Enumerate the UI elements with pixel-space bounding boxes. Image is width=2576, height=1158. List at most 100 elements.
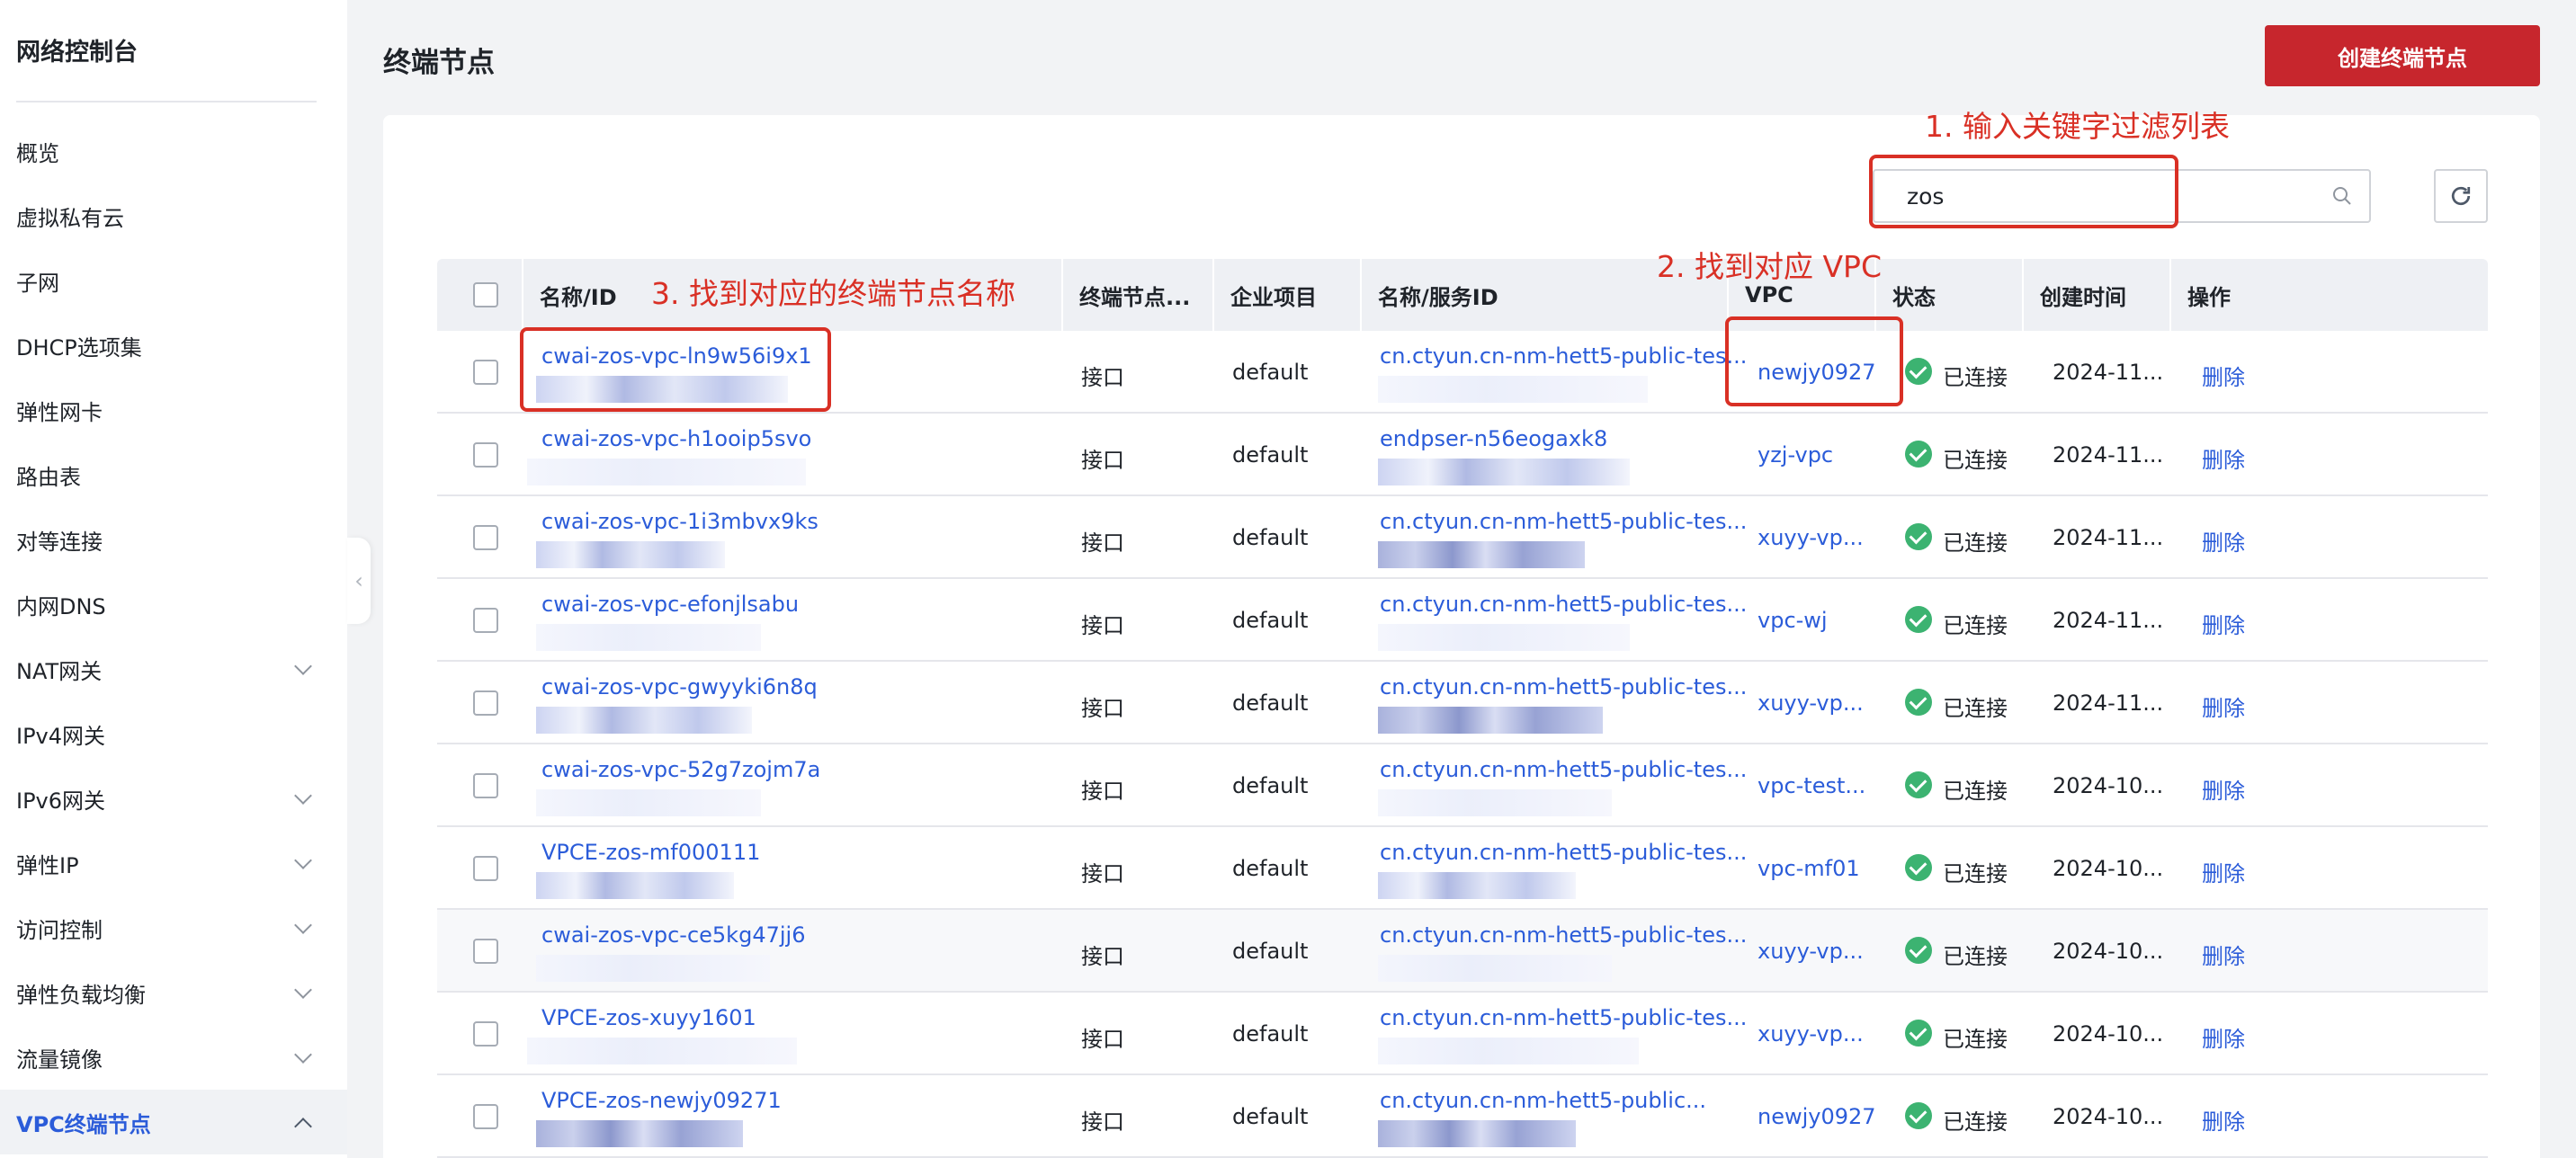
sidebar-item[interactable]: 概览 [0, 119, 347, 183]
redacted-id [536, 872, 734, 899]
row-checkbox[interactable] [473, 442, 498, 468]
sidebar-item[interactable]: 弹性网卡 [0, 378, 347, 442]
row-checkbox[interactable] [473, 773, 498, 798]
endpoint-type: 接口 [1081, 448, 1124, 473]
redacted-id [536, 624, 761, 651]
row-checkbox[interactable] [473, 1021, 498, 1047]
service-name-link[interactable]: cn.ctyun.cn-nm-hett5-public-tes... [1380, 674, 1747, 699]
delete-link[interactable]: 删除 [2202, 608, 2245, 639]
endpoint-type: 接口 [1081, 1027, 1124, 1052]
sidebar-item[interactable]: 虚拟私有云 [0, 183, 347, 248]
endpoint-name-link[interactable]: VPCE-zos-newjy09271 [541, 1088, 782, 1113]
vpc-link[interactable]: vpc-mf01 [1758, 856, 1860, 881]
enterprise-project: default [1232, 773, 1309, 798]
sidebar-item[interactable]: DHCP选项集 [0, 313, 347, 378]
chevron-up-icon [294, 1118, 312, 1136]
service-name-link[interactable]: cn.ctyun.cn-nm-hett5-public-tes... [1380, 840, 1747, 865]
created-time: 2024-10... [2053, 1021, 2164, 1047]
vpc-link[interactable]: newjy0927 [1758, 1104, 1876, 1129]
endpoint-name-link[interactable]: cwai-zos-vpc-efonjlsabu [541, 592, 799, 617]
delete-link[interactable]: 删除 [2202, 360, 2245, 391]
row-checkbox[interactable] [473, 608, 498, 633]
delete-link[interactable]: 删除 [2202, 442, 2245, 474]
chevron-down-icon [294, 851, 312, 869]
sidebar-item[interactable]: 路由表 [0, 442, 347, 507]
service-name-link[interactable]: cn.ctyun.cn-nm-hett5-public-tes... [1380, 592, 1747, 617]
sidebar-item-label: NAT网关 [16, 658, 103, 684]
delete-link[interactable]: 删除 [2202, 856, 2245, 887]
redacted-id [536, 541, 725, 568]
service-name-link[interactable]: cn.ctyun.cn-nm-hett5-public-tes... [1380, 757, 1747, 782]
row-checkbox[interactable] [473, 1104, 498, 1129]
sidebar-item[interactable]: VPC终端节点 [0, 1090, 347, 1154]
delete-link[interactable]: 删除 [2202, 1021, 2245, 1053]
sidebar-item[interactable]: 弹性负载均衡 [0, 960, 347, 1025]
sidebar-collapse-handle[interactable]: ‹ [347, 538, 371, 624]
delete-link[interactable]: 删除 [2202, 1104, 2245, 1136]
redacted-service-id [1378, 459, 1630, 485]
sidebar-item[interactable]: 弹性IP [0, 831, 347, 895]
create-endpoint-button[interactable]: 创建终端节点 [2265, 25, 2540, 86]
service-name-link[interactable]: cn.ctyun.cn-nm-hett5-public-tes... [1380, 922, 1747, 948]
service-name-link[interactable]: cn.ctyun.cn-nm-hett5-public-tes... [1380, 509, 1747, 534]
chevron-down-icon [294, 787, 312, 805]
vpc-link[interactable]: xuyy-vp... [1758, 690, 1864, 716]
delete-link[interactable]: 删除 [2202, 690, 2245, 722]
endpoint-name-link[interactable]: cwai-zos-vpc-ce5kg47jj6 [541, 922, 805, 948]
sidebar-item-label: 子网 [16, 270, 59, 296]
vpc-link[interactable]: xuyy-vp... [1758, 939, 1864, 964]
service-name-link[interactable]: cn.ctyun.cn-nm-hett5-public... [1380, 1088, 1706, 1113]
sidebar-item[interactable]: 流量镜像 [0, 1025, 347, 1090]
sidebar-item[interactable]: IPv4网关 [0, 701, 347, 766]
created-time: 2024-10... [2053, 939, 2164, 964]
annotation-step2: 2. 找到对应 VPC [1657, 249, 1882, 284]
success-icon [1905, 771, 1932, 798]
vpc-link[interactable]: xuyy-vp... [1758, 525, 1864, 550]
sidebar-item-label: 弹性IP [16, 852, 79, 878]
sidebar-item-label: 路由表 [16, 464, 81, 490]
vpc-link[interactable]: vpc-wj [1758, 608, 1828, 633]
endpoint-name-link[interactable]: VPCE-zos-mf000111 [541, 840, 760, 865]
service-name-link[interactable]: cn.ctyun.cn-nm-hett5-public-tes... [1380, 1005, 1747, 1030]
table-row: cwai-zos-vpc-efonjlsabu 接口 default cn.ctyun… [437, 579, 2488, 662]
endpoint-name-link[interactable]: cwai-zos-vpc-gwyyki6n8q [541, 674, 818, 699]
service-name-link[interactable]: cn.ctyun.cn-nm-hett5-public-tes... [1380, 343, 1747, 369]
enterprise-project: default [1232, 1021, 1309, 1047]
delete-link[interactable]: 删除 [2202, 773, 2245, 805]
endpoint-name-link[interactable]: cwai-zos-vpc-h1ooip5svo [541, 426, 811, 451]
delete-link[interactable]: 删除 [2202, 525, 2245, 557]
sidebar-item-label: VPC终端节点 [16, 1111, 151, 1137]
delete-link[interactable]: 删除 [2202, 939, 2245, 970]
endpoint-name-link[interactable]: cwai-zos-vpc-52g7zojm7a [541, 757, 820, 782]
enterprise-project: default [1232, 442, 1309, 468]
endpoint-type: 接口 [1081, 613, 1124, 638]
row-checkbox[interactable] [473, 360, 498, 385]
sidebar-item[interactable]: 对等连接 [0, 507, 347, 572]
endpoint-name-link[interactable]: cwai-zos-vpc-1i3mbvx9ks [541, 509, 818, 534]
sidebar-item[interactable]: 访问控制 [0, 895, 347, 960]
vpc-link[interactable]: xuyy-vp... [1758, 1021, 1864, 1047]
select-all-checkbox[interactable] [473, 282, 498, 307]
endpoint-name-link[interactable]: VPCE-zos-xuyy1601 [541, 1005, 756, 1030]
search-icon[interactable] [2331, 185, 2353, 207]
success-icon [1905, 937, 1932, 964]
vpc-link[interactable]: yzj-vpc [1758, 442, 1833, 468]
refresh-button[interactable] [2434, 169, 2488, 223]
row-checkbox[interactable] [473, 939, 498, 964]
sidebar-item[interactable]: 子网 [0, 248, 347, 313]
service-name-link[interactable]: endpser-n56eogaxk8 [1380, 426, 1607, 451]
redacted-id [536, 1120, 743, 1147]
endpoint-type: 接口 [1081, 696, 1124, 721]
sidebar-item-label: IPv4网关 [16, 723, 106, 749]
row-checkbox[interactable] [473, 525, 498, 550]
sidebar-item[interactable]: NAT网关 [0, 637, 347, 701]
row-checkbox[interactable] [473, 690, 498, 716]
enterprise-project: default [1232, 856, 1309, 881]
sidebar-item[interactable]: IPv6网关 [0, 766, 347, 831]
sidebar-item-label: 虚拟私有云 [16, 205, 124, 231]
vpc-link[interactable]: vpc-test... [1758, 773, 1865, 798]
column-header-project: 企业项目 [1212, 259, 1360, 331]
sidebar-item[interactable]: 内网DNS [0, 572, 347, 637]
created-time: 2024-11... [2053, 442, 2164, 468]
row-checkbox[interactable] [473, 856, 498, 881]
